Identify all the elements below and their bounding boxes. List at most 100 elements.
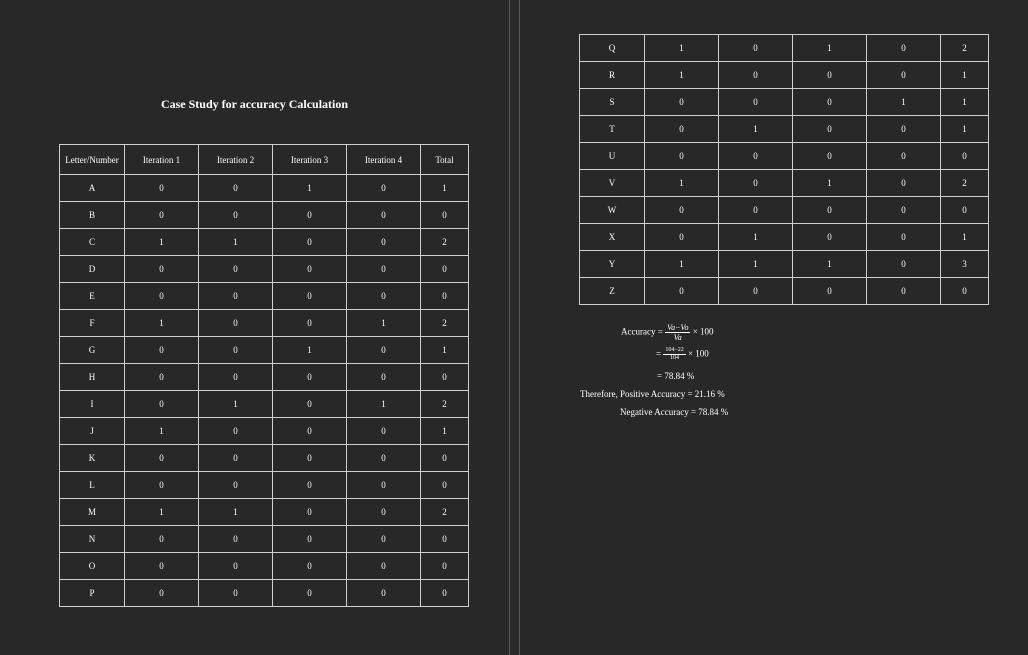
table-row: V10102 xyxy=(579,169,989,197)
row-letter-cell: J xyxy=(59,417,125,445)
table-cell: 0 xyxy=(792,142,867,170)
row-letter-cell: X xyxy=(579,223,645,251)
table-cell: 1 xyxy=(346,390,421,418)
negative-accuracy: Negative Accuracy = 78.84 % xyxy=(620,407,729,417)
table-cell: 0 xyxy=(124,444,199,472)
table-cell: 0 xyxy=(346,363,421,391)
row-letter-cell: T xyxy=(579,115,645,143)
table-cell: 0 xyxy=(198,309,273,337)
table-cell: 0 xyxy=(124,201,199,229)
table-body: A00101B00000C11002D00000E00000F10012G001… xyxy=(59,174,469,607)
row-letter-cell: Q xyxy=(579,34,645,62)
table-cell: 0 xyxy=(940,277,989,305)
table-cell: 1 xyxy=(792,34,867,62)
table-cell: 0 xyxy=(272,363,347,391)
table-cell: 0 xyxy=(272,282,347,310)
table-cell: 0 xyxy=(346,444,421,472)
equals-sign: = xyxy=(656,348,662,359)
formula-numerator: Va−Vo xyxy=(665,323,691,333)
table-cell: 0 xyxy=(644,223,719,251)
table-cell: 0 xyxy=(866,115,941,143)
table-cell: 0 xyxy=(346,498,421,526)
table-cell: 1 xyxy=(124,228,199,256)
table-cell: 0 xyxy=(644,88,719,116)
table-cell: 0 xyxy=(420,255,469,283)
positive-accuracy: Therefore, Positive Accuracy = 21.16 % xyxy=(580,389,725,399)
table-cell: 0 xyxy=(124,390,199,418)
table-row: Z00000 xyxy=(579,277,989,305)
table-row: E00000 xyxy=(59,282,469,310)
table-cell: 0 xyxy=(866,142,941,170)
table-cell: 0 xyxy=(420,201,469,229)
table-cell: 0 xyxy=(718,169,793,197)
table-cell: 0 xyxy=(718,277,793,305)
table-cell: 0 xyxy=(124,363,199,391)
table-cell: 0 xyxy=(124,255,199,283)
table-cell: 0 xyxy=(718,34,793,62)
table-cell: 0 xyxy=(866,223,941,251)
table-row: W00000 xyxy=(579,196,989,224)
page-divider xyxy=(509,0,510,655)
table-cell: 0 xyxy=(420,525,469,553)
table-cell: 2 xyxy=(420,498,469,526)
table-row: K00000 xyxy=(59,444,469,472)
table-cell: 0 xyxy=(272,498,347,526)
table-cell: 0 xyxy=(272,390,347,418)
table-cell: 0 xyxy=(420,363,469,391)
table-cell: 0 xyxy=(792,277,867,305)
table-cell: 0 xyxy=(198,201,273,229)
row-letter-cell: U xyxy=(579,142,645,170)
table-row: O00000 xyxy=(59,552,469,580)
table-row: U00000 xyxy=(579,142,989,170)
table-cell: 1 xyxy=(420,417,469,445)
table-cell: 0 xyxy=(198,552,273,580)
table-cell: 1 xyxy=(644,169,719,197)
accuracy-substitution: = 104−22 104 × 100 xyxy=(656,347,709,362)
table-row: S00011 xyxy=(579,88,989,116)
table-cell: 1 xyxy=(940,88,989,116)
row-letter-cell: I xyxy=(59,390,125,418)
table-cell: 0 xyxy=(644,196,719,224)
header-iteration-1: Iteration 1 xyxy=(124,144,199,175)
row-letter-cell: D xyxy=(59,255,125,283)
row-letter-cell: O xyxy=(59,552,125,580)
table-cell: 1 xyxy=(198,498,273,526)
table-row: Q10102 xyxy=(579,34,989,62)
table-cell: 0 xyxy=(272,309,347,337)
table-cell: 0 xyxy=(346,228,421,256)
table-row: C11002 xyxy=(59,228,469,256)
table-cell: 1 xyxy=(792,250,867,278)
table-cell: 0 xyxy=(346,417,421,445)
table-row: L00000 xyxy=(59,471,469,499)
table-cell: 0 xyxy=(346,282,421,310)
table-cell: 1 xyxy=(644,61,719,89)
row-letter-cell: R xyxy=(579,61,645,89)
table-cell: 0 xyxy=(644,142,719,170)
results-table-part-2: Q10102R10001S00011T01001U00000V10102W000… xyxy=(579,34,989,305)
table-cell: 3 xyxy=(940,250,989,278)
table-cell: 0 xyxy=(866,61,941,89)
table-row: G00101 xyxy=(59,336,469,364)
results-table-part-1: Letter/Number Iteration 1 Iteration 2 It… xyxy=(59,144,469,607)
row-letter-cell: V xyxy=(579,169,645,197)
table-cell: 1 xyxy=(718,250,793,278)
table-cell: 0 xyxy=(198,363,273,391)
table-cell: 0 xyxy=(420,282,469,310)
table-cell: 0 xyxy=(866,250,941,278)
table-cell: 0 xyxy=(718,196,793,224)
table-cell: 0 xyxy=(866,34,941,62)
row-letter-cell: S xyxy=(579,88,645,116)
table-cell: 0 xyxy=(124,552,199,580)
table-row: N00000 xyxy=(59,525,469,553)
table-header-row: Letter/Number Iteration 1 Iteration 2 It… xyxy=(59,144,469,175)
table-cell: 1 xyxy=(272,174,347,202)
table-row: A00101 xyxy=(59,174,469,202)
row-letter-cell: N xyxy=(59,525,125,553)
table-cell: 0 xyxy=(420,579,469,607)
table-cell: 0 xyxy=(866,277,941,305)
table-cell: 0 xyxy=(420,552,469,580)
times-100: × 100 xyxy=(692,326,714,337)
table-cell: 0 xyxy=(272,417,347,445)
table-cell: 2 xyxy=(940,169,989,197)
row-letter-cell: F xyxy=(59,309,125,337)
